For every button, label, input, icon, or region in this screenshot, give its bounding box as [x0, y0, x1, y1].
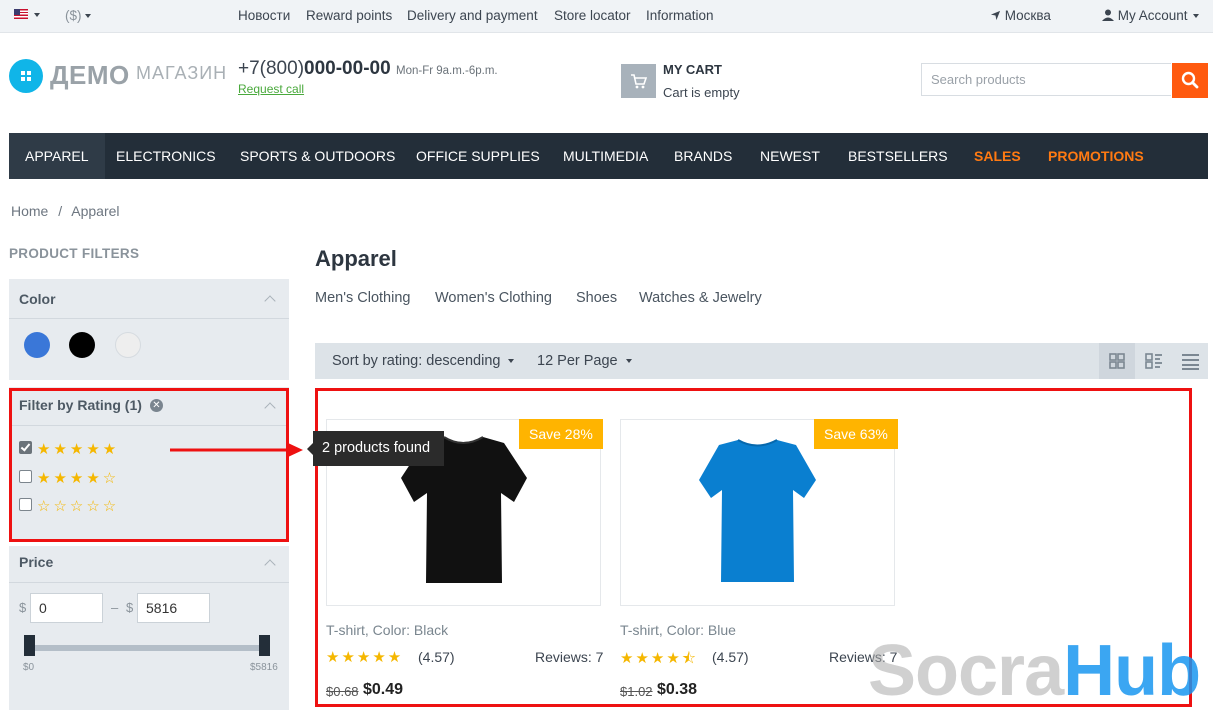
- main-nav: Apparel Electronics Sports & Outdoors Of…: [9, 133, 1208, 179]
- cart-title[interactable]: MY CART: [663, 62, 722, 77]
- watermark-part2: Hub: [1063, 631, 1201, 711]
- price-max-label: $5816: [250, 662, 278, 673]
- subcategory-watches-jewelry[interactable]: Watches & Jewelry: [639, 290, 762, 306]
- watermark-part1: Socra: [868, 631, 1064, 711]
- color-swatch-white[interactable]: [115, 332, 141, 358]
- price-slider-max-handle[interactable]: [259, 635, 270, 656]
- rating-filter-highlight: [9, 388, 289, 542]
- divider: [9, 582, 289, 583]
- sort-label: Sort by rating: descending: [332, 353, 501, 369]
- link-reward-points[interactable]: Reward points: [306, 8, 392, 23]
- cart-icon[interactable]: [621, 64, 656, 98]
- link-news[interactable]: Новости: [238, 8, 290, 23]
- price-min-currency: $: [19, 600, 27, 615]
- price-max-input[interactable]: [137, 593, 210, 623]
- account-label: My Account: [1117, 8, 1188, 23]
- location-arrow-icon: [990, 10, 1001, 21]
- top-bar: ($) Новости Reward points Delivery and p…: [0, 0, 1213, 33]
- language-caret[interactable]: [31, 7, 40, 22]
- list-view-icon: [1145, 353, 1162, 369]
- divider: [9, 318, 289, 319]
- nav-electronics[interactable]: Electronics: [116, 133, 216, 179]
- phone-number: +7(800)000-00-00: [238, 58, 391, 80]
- phone-prefix: +7(800): [238, 58, 305, 79]
- nav-promotions[interactable]: Promotions: [1048, 133, 1144, 179]
- location-label: Москва: [1004, 8, 1051, 23]
- nav-sports-outdoors[interactable]: Sports & Outdoors: [240, 133, 395, 179]
- cart-status: Cart is empty: [663, 85, 740, 100]
- currency-label: ($): [65, 8, 82, 23]
- subcategory-shoes[interactable]: Shoes: [576, 290, 617, 306]
- logo-icon[interactable]: [9, 59, 43, 93]
- link-information[interactable]: Information: [646, 8, 714, 23]
- breadcrumb-current: Apparel: [71, 203, 120, 219]
- nav-sales[interactable]: Sales: [974, 133, 1021, 179]
- breadcrumb: Home / Apparel: [11, 203, 120, 219]
- price-dash: –: [111, 600, 119, 615]
- logo-text[interactable]: ДЕМО: [50, 60, 130, 91]
- nav-brands[interactable]: Brands: [674, 133, 732, 179]
- account-menu[interactable]: My Account: [1102, 8, 1199, 23]
- price-max-currency: $: [126, 600, 134, 615]
- us-flag-icon[interactable]: [14, 9, 28, 19]
- per-page-dropdown[interactable]: 12 Per Page: [537, 353, 632, 369]
- compact-list-icon: [1182, 354, 1199, 370]
- breadcrumb-separator: /: [58, 203, 63, 219]
- sort-dropdown[interactable]: Sort by rating: descending: [332, 353, 515, 369]
- color-swatch-black[interactable]: [69, 332, 95, 358]
- nav-apparel[interactable]: Apparel: [9, 133, 105, 179]
- location-selector[interactable]: Москва: [990, 8, 1051, 23]
- working-hours: Mon-Fr 9a.m.-6p.m.: [396, 65, 498, 77]
- shopping-cart-icon: [631, 74, 648, 89]
- price-slider-track[interactable]: [29, 645, 266, 651]
- color-swatch-blue[interactable]: [24, 332, 50, 358]
- per-page-label: 12 Per Page: [537, 353, 618, 369]
- subcategory-womens-clothing[interactable]: Women's Clothing: [435, 290, 552, 306]
- list-view-button[interactable]: [1136, 343, 1172, 379]
- nav-newest[interactable]: Newest: [760, 133, 820, 179]
- annotation-arrow-icon: [170, 443, 303, 457]
- breadcrumb-home[interactable]: Home: [11, 203, 48, 219]
- products-found-tooltip: 2 products found: [307, 431, 444, 466]
- nav-multimedia[interactable]: Multimedia: [563, 133, 648, 179]
- search-input[interactable]: [921, 63, 1171, 96]
- nav-office-supplies[interactable]: Office Supplies: [416, 133, 540, 179]
- grid-view-button[interactable]: [1099, 343, 1135, 379]
- search-icon: [1181, 71, 1199, 89]
- compact-view-button[interactable]: [1172, 343, 1208, 379]
- user-icon: [1102, 9, 1114, 21]
- nav-bestsellers[interactable]: Bestsellers: [848, 133, 948, 179]
- price-min-label: $0: [23, 662, 35, 673]
- link-store-locator[interactable]: Store locator: [554, 8, 631, 23]
- subcategory-mens-clothing[interactable]: Men's Clothing: [315, 290, 410, 306]
- price-filter-panel: [9, 546, 289, 710]
- grid-icon: [1109, 353, 1125, 369]
- logo-subtext[interactable]: МАГАЗИН: [136, 63, 227, 84]
- phone-main: 000-00-00: [304, 58, 391, 79]
- currency-selector[interactable]: ($): [65, 8, 91, 23]
- price-slider-min-handle[interactable]: [24, 635, 35, 656]
- price-filter-title[interactable]: Price: [19, 554, 53, 570]
- filters-title: PRODUCT FILTERS: [9, 246, 140, 261]
- watermark: SocraHub: [868, 630, 1201, 712]
- sort-toolbar: Sort by rating: descending 12 Per Page: [315, 343, 1208, 379]
- request-call-link[interactable]: Request call: [238, 82, 304, 96]
- color-filter-title[interactable]: Color: [19, 291, 56, 307]
- search-button[interactable]: [1172, 63, 1208, 98]
- price-min-input[interactable]: [30, 593, 103, 623]
- page-title: Apparel: [315, 246, 397, 271]
- link-delivery[interactable]: Delivery and payment: [407, 8, 538, 23]
